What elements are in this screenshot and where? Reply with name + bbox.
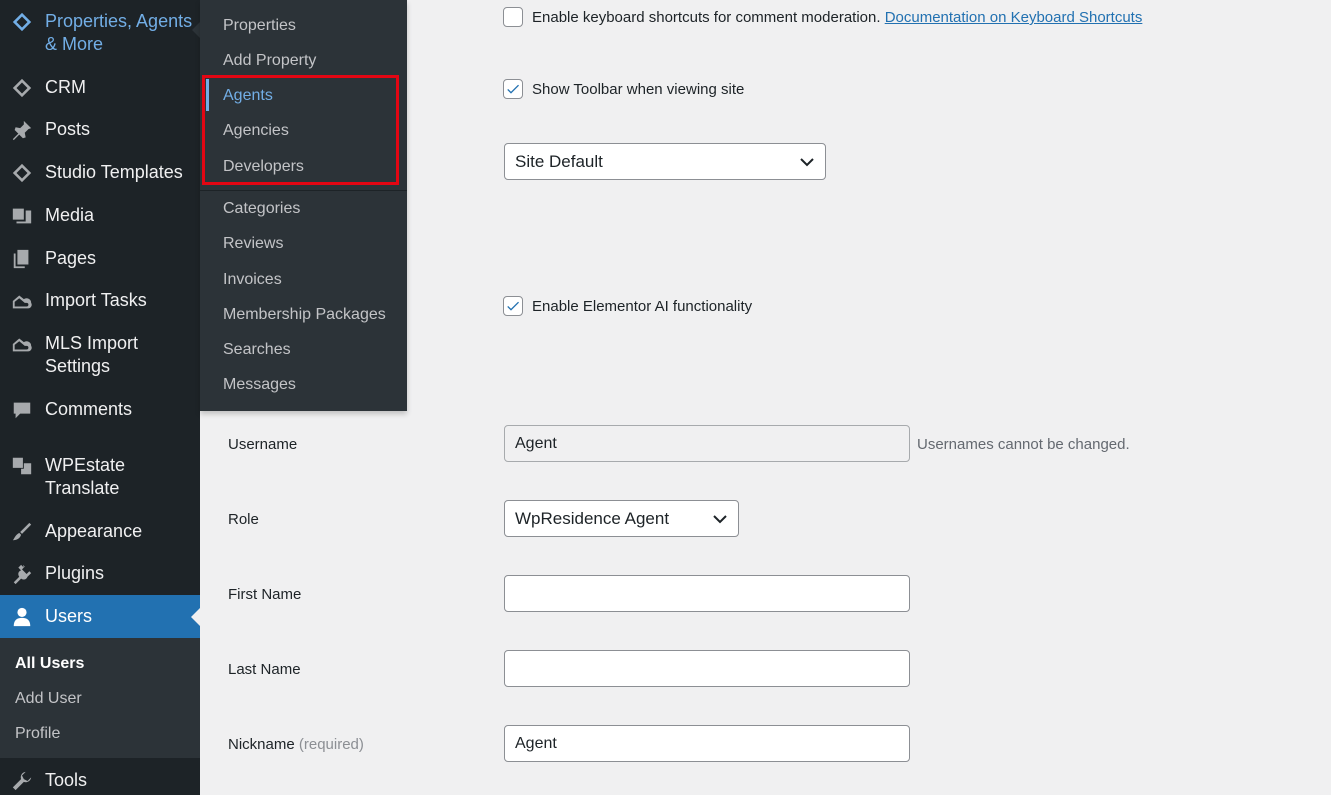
cloud-house-icon	[10, 289, 34, 313]
pushpin-icon	[10, 118, 34, 142]
user-icon	[10, 605, 34, 629]
chevron-down-icon	[799, 154, 815, 170]
elementor-ai-label: Enable Elementor AI functionality	[532, 298, 753, 315]
language-select-value: Site Default	[515, 151, 603, 171]
media-icon	[10, 204, 34, 228]
current-menu-arrow	[191, 607, 200, 626]
required-note: (required)	[298, 736, 364, 753]
flyout-item-properties[interactable]: Properties	[223, 17, 296, 35]
flyout-item-searches[interactable]: Searches	[223, 341, 291, 359]
diamond-icon	[10, 161, 34, 185]
nickname-label-text: Nickname	[228, 736, 295, 753]
menu-label: Media	[45, 205, 95, 225]
first-name-label: First Name	[228, 586, 302, 603]
menu-label: Posts	[45, 119, 91, 139]
keyboard-shortcuts-checkbox[interactable]	[503, 7, 523, 27]
flyout-arrow	[192, 22, 200, 38]
menu-label: Studio Templates	[45, 162, 183, 182]
menu-posts[interactable]: Posts	[0, 118, 200, 142]
first-name-field[interactable]	[504, 575, 910, 612]
menu-crm[interactable]: CRM	[0, 76, 200, 100]
username-hint: Usernames cannot be changed.	[917, 436, 1130, 453]
menu-label: Plugins	[45, 563, 105, 583]
paintbrush-icon	[10, 520, 34, 544]
menu-label: Comments	[45, 399, 133, 419]
last-name-label: Last Name	[228, 661, 301, 678]
wrench-icon	[10, 769, 34, 793]
flyout-item-categories[interactable]: Categories	[223, 200, 300, 218]
menu-label: Import Tasks	[45, 290, 147, 310]
flyout-item-agents[interactable]: Agents	[223, 87, 273, 105]
elementor-ai-checkbox[interactable]	[503, 296, 523, 316]
menu-label: CRM	[45, 77, 86, 97]
menu-label: Users	[45, 606, 93, 626]
cloud-house-icon	[10, 332, 34, 356]
pages-icon	[10, 247, 34, 271]
plugin-icon	[10, 562, 34, 586]
chevron-down-icon	[712, 511, 728, 527]
username-label: Username	[228, 436, 298, 453]
username-value: Agent	[515, 434, 557, 452]
show-toolbar-label: Show Toolbar when viewing site	[532, 81, 745, 98]
menu-label: Properties, Agents & More	[45, 11, 193, 54]
last-name-field[interactable]	[504, 650, 910, 687]
menu-media[interactable]: Media	[0, 204, 200, 228]
keyboard-shortcuts-doc-link[interactable]: Documentation on Keyboard Shortcuts	[885, 9, 1143, 26]
diamond-icon	[10, 76, 34, 100]
nickname-field[interactable]: Agent	[504, 725, 910, 762]
menu-mls-import-settings[interactable]: MLS Import Settings	[0, 332, 200, 378]
checkmark-icon	[507, 301, 519, 311]
menu-import-tasks[interactable]: Import Tasks	[0, 289, 200, 313]
username-field: Agent	[504, 425, 910, 462]
flyout-item-agencies[interactable]: Agencies	[223, 122, 289, 140]
submenu-all-users[interactable]: All Users	[15, 655, 84, 673]
keyboard-shortcuts-text: Enable keyboard shortcuts for comment mo…	[532, 9, 881, 26]
properties-flyout-submenu: Properties Add Property Agents Agencies …	[200, 0, 407, 411]
current-indicator	[206, 79, 209, 111]
admin-sidebar: Properties, Agents & More CRM Posts Stud…	[0, 0, 200, 795]
menu-plugins[interactable]: Plugins	[0, 562, 200, 586]
menu-comments[interactable]: Comments	[0, 398, 200, 422]
flyout-item-reviews[interactable]: Reviews	[223, 235, 283, 253]
menu-label: Tools	[45, 770, 88, 790]
diamond-icon	[10, 10, 34, 34]
flyout-item-messages[interactable]: Messages	[223, 376, 296, 394]
flyout-item-developers[interactable]: Developers	[223, 158, 304, 176]
show-toolbar-checkbox[interactable]	[503, 79, 523, 99]
menu-tools[interactable]: Tools	[0, 769, 200, 793]
checkmark-icon	[507, 84, 519, 94]
submenu-add-user[interactable]: Add User	[15, 690, 82, 708]
menu-appearance[interactable]: Appearance	[0, 520, 200, 544]
submenu-profile[interactable]: Profile	[15, 725, 60, 743]
language-select[interactable]: Site Default	[504, 143, 826, 180]
menu-label: Appearance	[45, 521, 143, 541]
menu-label: WPEstate Translate	[45, 455, 126, 498]
menu-users[interactable]: Users	[0, 595, 200, 638]
flyout-item-membership-packages[interactable]: Membership Packages	[223, 306, 386, 324]
translate-icon	[10, 454, 34, 478]
menu-properties-agents-more[interactable]: Properties, Agents & More	[0, 10, 200, 56]
menu-studio-templates[interactable]: Studio Templates	[0, 161, 200, 185]
menu-label: MLS Import Settings	[45, 333, 139, 376]
menu-label: Pages	[45, 248, 97, 268]
nickname-label: Nickname (required)	[228, 736, 364, 753]
flyout-item-invoices[interactable]: Invoices	[223, 271, 282, 289]
menu-pages[interactable]: Pages	[0, 247, 200, 271]
comment-icon	[10, 398, 34, 422]
users-submenu: All Users Add User Profile	[0, 638, 200, 758]
role-label: Role	[228, 511, 259, 528]
keyboard-shortcuts-label: Enable keyboard shortcuts for comment mo…	[532, 9, 1142, 26]
role-select[interactable]: WpResidence Agent	[504, 500, 739, 537]
nickname-value: Agent	[515, 734, 557, 752]
menu-wpestate-translate[interactable]: WPEstate Translate	[0, 454, 200, 500]
flyout-item-add-property[interactable]: Add Property	[223, 52, 316, 70]
flyout-divider	[200, 190, 407, 191]
role-select-value: WpResidence Agent	[515, 508, 670, 528]
